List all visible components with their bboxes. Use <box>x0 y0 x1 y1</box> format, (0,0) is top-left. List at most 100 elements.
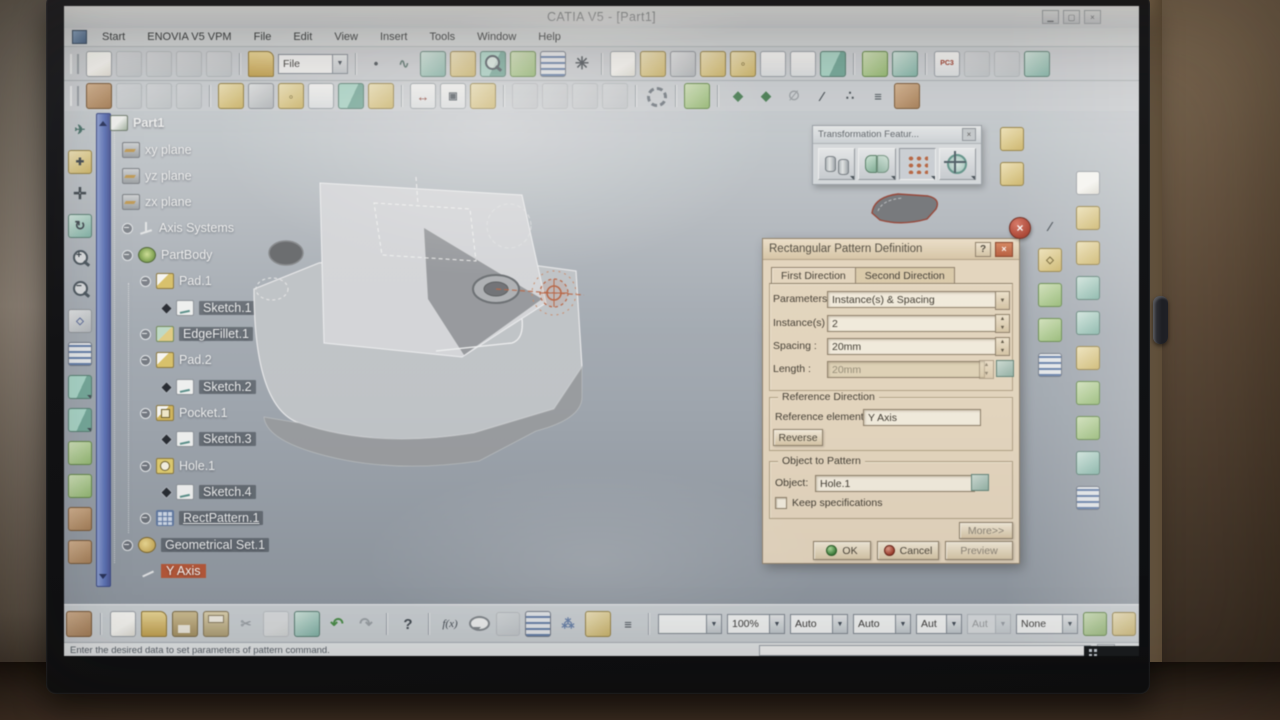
paintbrush-icon[interactable] <box>1083 612 1107 636</box>
tree-expand-icon[interactable] <box>122 223 133 234</box>
tree-item-label[interactable]: Sketch.4 <box>199 485 256 499</box>
zoom-out-icon[interactable]: − <box>69 278 91 300</box>
axis-tool-icon[interactable] <box>470 83 496 109</box>
tree-item-label[interactable]: Pad.2 <box>179 353 212 367</box>
relations-icon[interactable]: ⁂ <box>556 612 580 636</box>
plane-icon[interactable] <box>122 194 140 210</box>
pocket-toolbar-icon[interactable] <box>640 51 666 77</box>
line-tool-icon[interactable]: ∕ <box>810 84 834 108</box>
cancel-button[interactable]: Cancel <box>877 541 939 560</box>
translate-button[interactable] <box>818 148 855 180</box>
shading-mode-icon[interactable] <box>68 408 92 432</box>
part-icon[interactable] <box>110 115 128 131</box>
tree-node-icon[interactable] <box>160 381 173 394</box>
tree-item-label[interactable]: RectPattern.1 <box>179 511 263 525</box>
menu-tools[interactable]: Tools <box>418 31 466 43</box>
tree-node-icon[interactable] <box>160 486 173 499</box>
toolbar-grip[interactable] <box>70 86 79 106</box>
sew-surface-icon[interactable] <box>1076 486 1100 510</box>
tree-expand-icon[interactable] <box>140 355 151 366</box>
scale-button[interactable] <box>939 148 976 180</box>
sketch-icon[interactable] <box>176 379 194 395</box>
swap-space-icon[interactable] <box>68 474 92 498</box>
sketch-icon[interactable] <box>176 300 194 316</box>
tree-item-label[interactable]: Pad.1 <box>179 274 212 288</box>
catalog-icon[interactable] <box>684 83 710 109</box>
apply-material-icon[interactable] <box>1112 612 1136 636</box>
line-icon[interactable]: ∕ <box>1039 215 1061 237</box>
chamfer-icon[interactable] <box>862 51 888 77</box>
windows-taskbar-fragment[interactable] <box>1084 646 1139 656</box>
maximize-button[interactable]: ▢ <box>1063 10 1080 24</box>
tree-scrollbar[interactable] <box>96 113 111 587</box>
measure-icon[interactable] <box>996 360 1014 377</box>
reverse-button[interactable]: Reverse <box>773 429 823 446</box>
tree-item-label-selected[interactable]: Y Axis <box>161 564 206 578</box>
parameters-dropdown[interactable]: Instance(s) & Spacing <box>827 291 999 308</box>
pocket-icon[interactable] <box>156 405 174 421</box>
groove-icon[interactable] <box>248 83 274 109</box>
combo-caret-icon[interactable]: ▼ <box>895 615 910 633</box>
tree-item-pad1[interactable]: Pad.1 <box>140 270 212 292</box>
list-tool-icon[interactable]: ≡ <box>866 84 890 108</box>
zoom-in-icon[interactable]: + <box>69 247 91 269</box>
sphere-icon[interactable] <box>1076 276 1100 300</box>
blend-icon[interactable] <box>1076 451 1100 475</box>
menu-window[interactable]: Window <box>466 31 527 43</box>
close-button[interactable]: × <box>1084 10 1101 24</box>
window-menu-icon[interactable] <box>72 30 87 44</box>
tree-item-pad2[interactable]: Pad.2 <box>140 349 212 371</box>
rule-icon[interactable]: ≡ <box>616 612 640 636</box>
tree-item-hole1[interactable]: Hole.1 <box>140 455 215 477</box>
nav-diamond-icon-a[interactable]: ◆ <box>726 84 750 108</box>
profile-icon[interactable] <box>894 83 920 109</box>
tree-item-label[interactable]: yz plane <box>145 169 192 183</box>
extrude-icon[interactable] <box>1076 206 1100 230</box>
print-icon[interactable] <box>203 611 229 637</box>
groove-icon[interactable] <box>700 51 726 77</box>
keep-specifications-checkbox[interactable] <box>775 497 787 509</box>
zoom-solid-icon[interactable] <box>480 51 506 77</box>
shaft-icon[interactable] <box>670 51 696 77</box>
spline-icon[interactable]: ∿ <box>392 52 416 76</box>
pad-icon[interactable] <box>156 352 174 368</box>
formula-icon[interactable]: f(x) <box>438 612 462 636</box>
pan-icon[interactable]: ✛ <box>69 183 91 205</box>
rectangular-pattern-button[interactable] <box>899 148 936 180</box>
combo-caret-icon[interactable]: ▼ <box>946 615 961 633</box>
constraint-dialog-icon[interactable]: ▣ <box>440 83 466 109</box>
object-picker-icon[interactable] <box>971 474 989 491</box>
menu-file[interactable]: File <box>243 31 283 43</box>
paste-icon[interactable] <box>294 611 320 637</box>
pad-icon[interactable] <box>156 273 174 289</box>
tree-expand-icon[interactable] <box>140 461 151 472</box>
auto-combo-3[interactable]: Aut▼ <box>916 614 962 634</box>
render-style-icon[interactable] <box>68 507 92 531</box>
lock-icon[interactable] <box>585 611 611 637</box>
tree-item-label[interactable]: Hole.1 <box>179 459 215 473</box>
shell-icon[interactable] <box>338 83 364 109</box>
none-combo[interactable]: None▼ <box>1016 614 1078 634</box>
tree-item-y-axis[interactable]: Y Axis <box>140 560 206 582</box>
design-table-icon[interactable] <box>525 611 551 637</box>
pointer-dot-icon[interactable]: • <box>364 52 388 76</box>
hide-show-icon[interactable] <box>68 441 92 465</box>
fit-all-icon[interactable]: ✚ <box>68 150 92 174</box>
undo-icon[interactable]: ↶ <box>325 612 349 636</box>
menu-help[interactable]: Help <box>527 31 572 43</box>
open-folder-icon[interactable] <box>248 51 274 77</box>
cylinder-icon[interactable] <box>1076 311 1100 335</box>
filter-combo[interactable]: ▼ <box>658 614 722 634</box>
tree-item-sketch4[interactable]: Sketch.4 <box>162 481 256 503</box>
instances-field[interactable]: 2 <box>827 315 999 332</box>
comment-icon[interactable] <box>467 612 491 636</box>
rib-icon[interactable] <box>308 83 334 109</box>
edge-fillet-icon[interactable] <box>1000 127 1024 151</box>
dialog-help-button[interactable]: ? <box>975 242 991 257</box>
hole-icon[interactable]: ◦ <box>278 83 304 109</box>
lighting-icon[interactable] <box>68 540 92 564</box>
tree-expand-icon[interactable] <box>122 540 133 551</box>
people-icon[interactable] <box>86 83 112 109</box>
point-tool-icon[interactable]: ∴ <box>838 84 862 108</box>
tree-item-label[interactable]: xy plane <box>145 143 192 157</box>
